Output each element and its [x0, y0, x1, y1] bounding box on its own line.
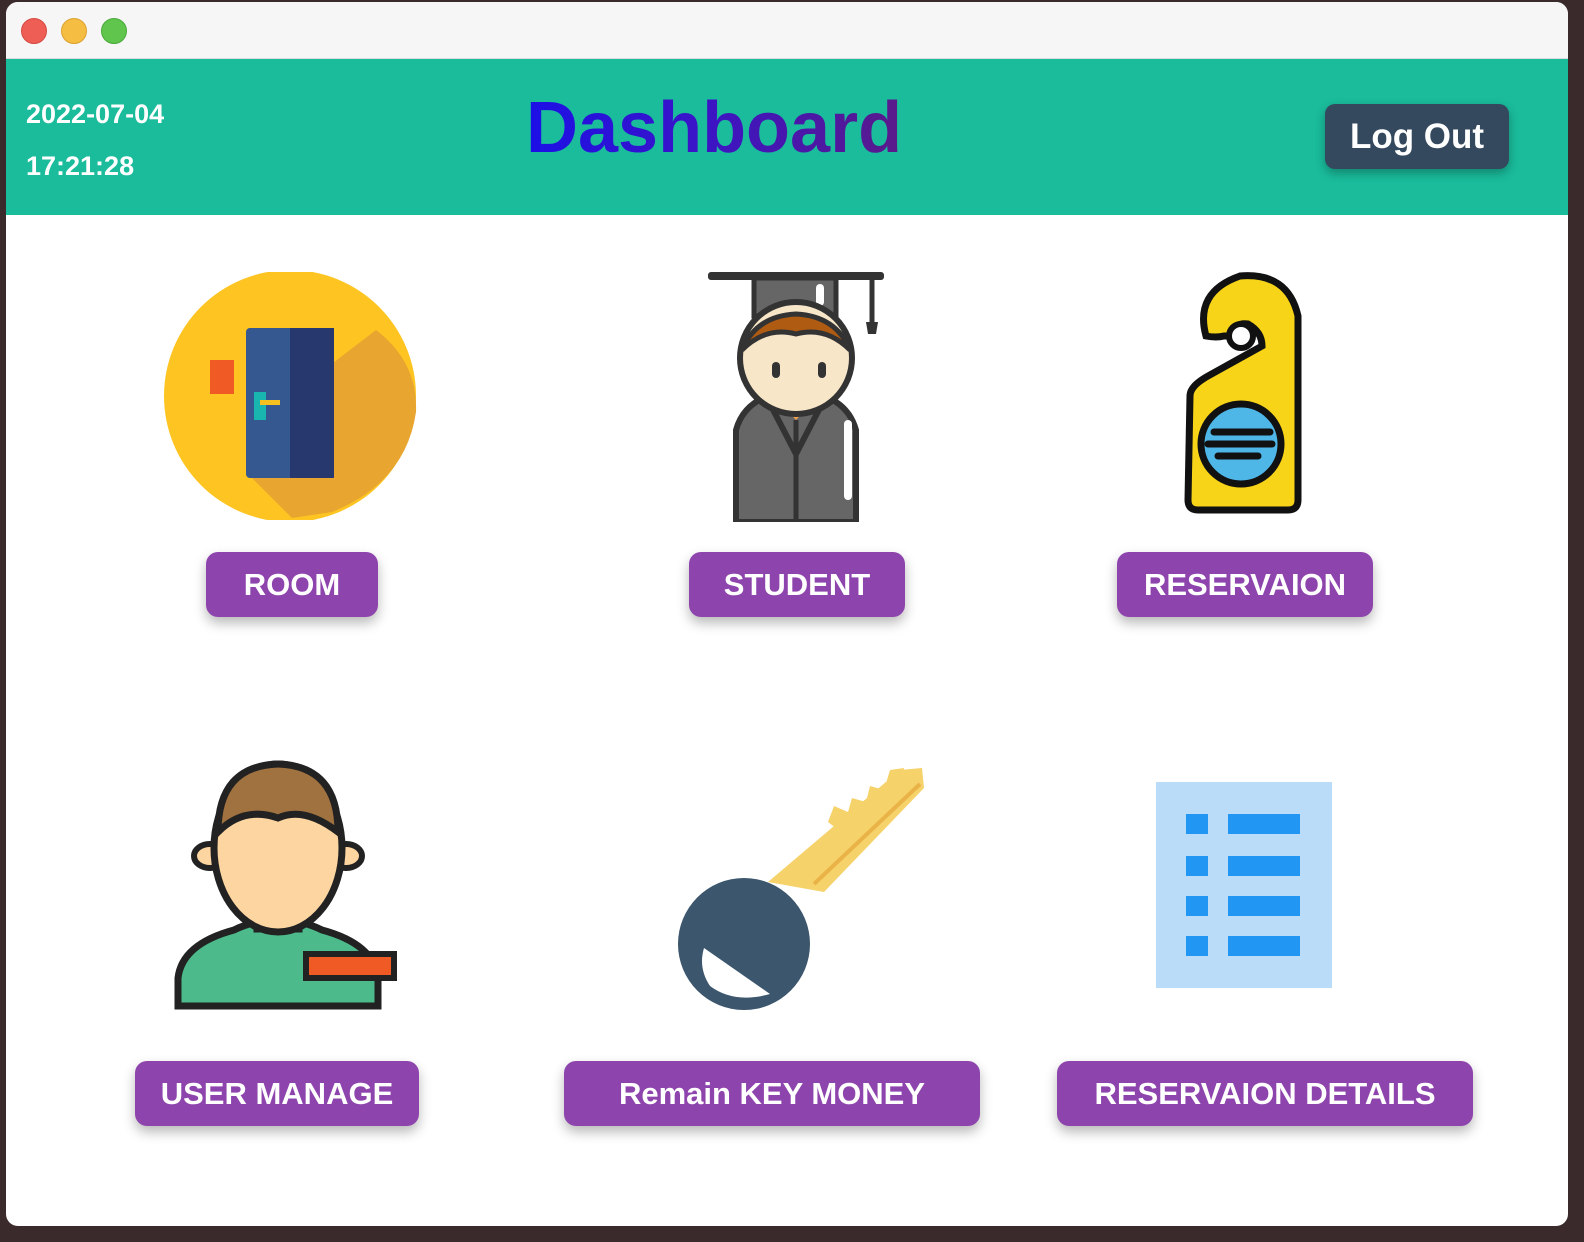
- maximize-window-button[interactable]: [101, 18, 127, 44]
- page-title: Dashboard: [526, 88, 903, 168]
- list-icon[interactable]: [1156, 782, 1332, 988]
- current-date: 2022-07-04: [26, 99, 165, 129]
- user-icon[interactable]: [174, 760, 398, 1010]
- key-money-button[interactable]: Remain KEY MONEY: [564, 1061, 980, 1126]
- minimize-window-button[interactable]: [61, 18, 87, 44]
- current-time: 17:21:28: [26, 151, 135, 181]
- graduate-icon[interactable]: [706, 270, 886, 522]
- door-icon[interactable]: [162, 272, 418, 520]
- logout-button[interactable]: Log Out: [1325, 104, 1509, 169]
- title-bar: [6, 2, 1568, 59]
- reservation-button[interactable]: RESERVAION: [1117, 552, 1373, 617]
- reservation-details-button[interactable]: RESERVAION DETAILS: [1057, 1061, 1473, 1126]
- door-hanger-icon[interactable]: [1178, 272, 1304, 514]
- room-button[interactable]: ROOM: [206, 552, 378, 617]
- header-bar: 2022-07-04 17:21:28 Dashboard Log Out: [6, 59, 1568, 215]
- key-icon[interactable]: [674, 762, 926, 1012]
- user-manage-button[interactable]: USER MANAGE: [135, 1061, 419, 1126]
- app-window: 2022-07-04 17:21:28 Dashboard Log Out RO…: [6, 2, 1568, 1226]
- student-button[interactable]: STUDENT: [689, 552, 905, 617]
- close-window-button[interactable]: [21, 18, 47, 44]
